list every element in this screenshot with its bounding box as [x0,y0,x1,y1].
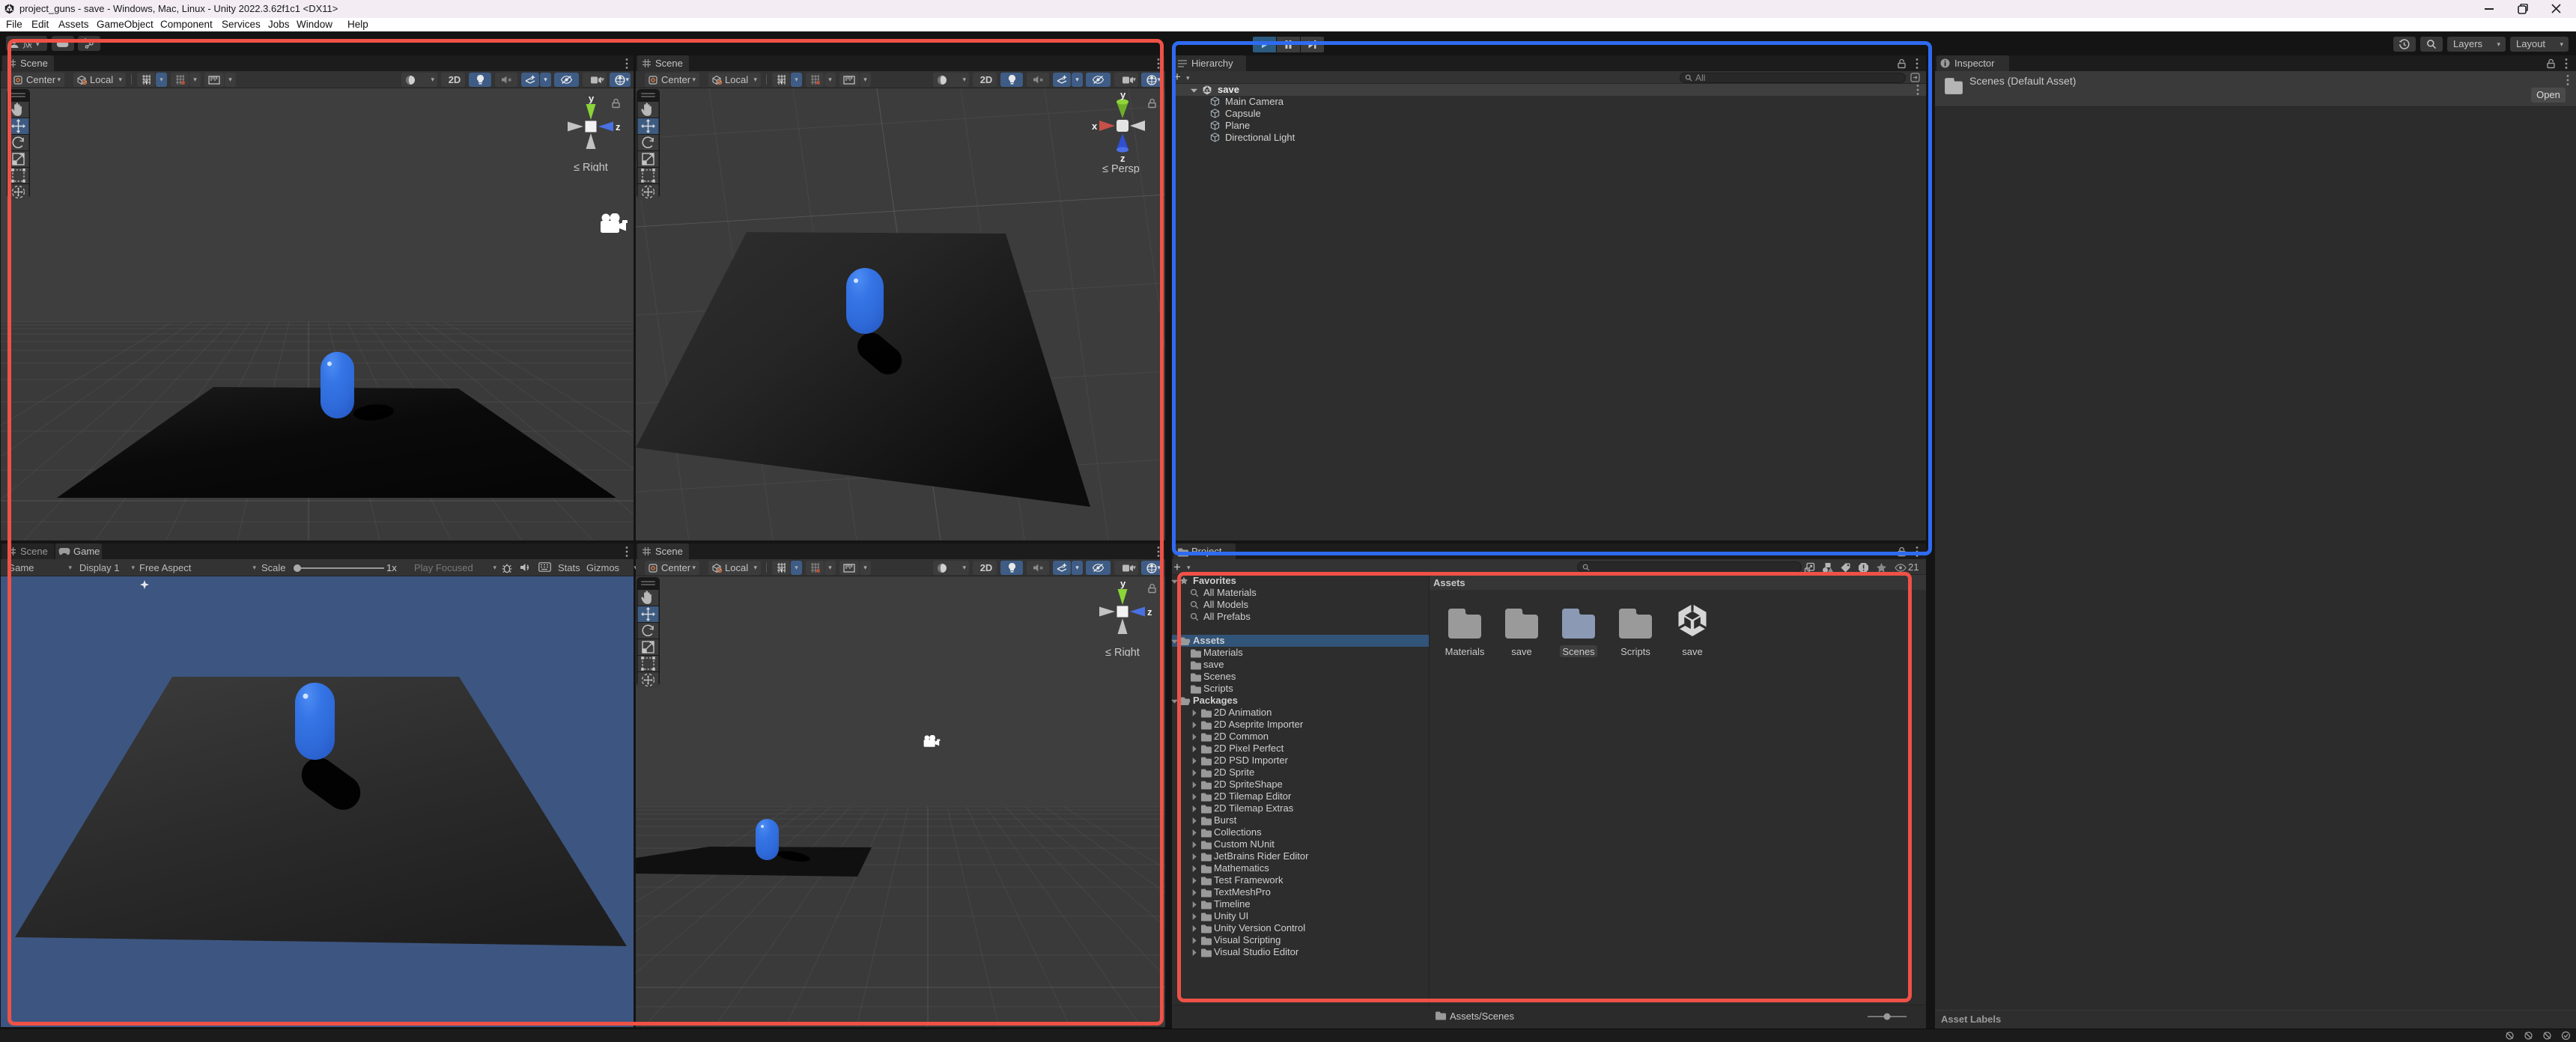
svg-text:≤ Right: ≤ Right [574,162,608,171]
svg-text:Y: Y [780,80,783,85]
svg-text:Y: Y [145,80,148,85]
svg-text:y: y [589,93,595,104]
svg-text:y: y [1120,578,1126,589]
svg-text:z: z [1147,606,1152,618]
svg-text:Y: Y [780,568,783,573]
svg-text:≤ Persp: ≤ Persp [1102,163,1140,174]
svg-text:x: x [1092,121,1098,132]
svg-text:z: z [616,121,621,132]
svg-text:≤ Right: ≤ Right [1105,647,1140,656]
svg-text:y: y [1120,90,1126,100]
svg-text:z: z [1120,153,1126,164]
